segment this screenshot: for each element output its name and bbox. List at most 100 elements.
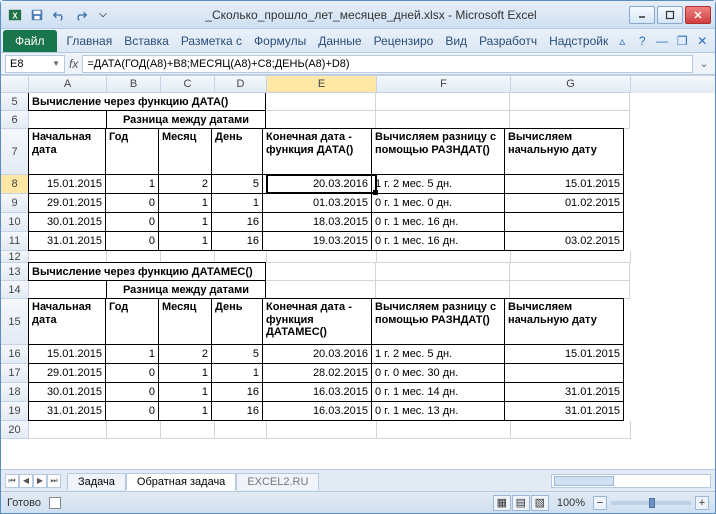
cell[interactable]: [161, 421, 215, 439]
table-cell[interactable]: 30.01.2015: [28, 212, 106, 232]
cell[interactable]: [376, 281, 510, 299]
header-calcstart2[interactable]: Вычисляем начальную дату: [504, 298, 624, 345]
table-cell[interactable]: 1: [158, 363, 212, 383]
row-header[interactable]: 14: [1, 281, 29, 299]
table-cell[interactable]: 18.03.2015: [262, 212, 372, 232]
table-cell[interactable]: 15.01.2015: [504, 174, 624, 194]
table-cell[interactable]: 19.03.2015: [262, 231, 372, 251]
cell[interactable]: [266, 263, 376, 281]
cell[interactable]: [267, 421, 377, 439]
page-break-view-icon[interactable]: ▧: [531, 495, 549, 511]
hscroll-thumb[interactable]: [554, 476, 614, 486]
row-header[interactable]: 16: [1, 345, 29, 364]
zoom-slider[interactable]: [611, 501, 691, 505]
ribbon-tab-view[interactable]: Вид: [439, 30, 473, 52]
table-cell[interactable]: 0: [105, 401, 159, 421]
page-layout-view-icon[interactable]: ▤: [512, 495, 530, 511]
cell[interactable]: [215, 421, 267, 439]
table-cell[interactable]: 5: [211, 344, 263, 364]
row-header[interactable]: 12: [1, 251, 29, 263]
table-cell[interactable]: 30.01.2015: [28, 382, 106, 402]
sheet-nav-prev-icon[interactable]: ◀: [19, 474, 33, 488]
zoom-out-icon[interactable]: −: [593, 496, 607, 510]
ribbon-tab-formulas[interactable]: Формулы: [248, 30, 312, 52]
table-cell[interactable]: 0: [105, 363, 159, 383]
row-header[interactable]: 7: [1, 129, 29, 175]
table-cell[interactable]: 1: [158, 231, 212, 251]
table-cell[interactable]: 0 г. 1 мес. 13 дн.: [371, 401, 505, 421]
table-cell[interactable]: 16.03.2015: [262, 382, 372, 402]
cell[interactable]: [266, 281, 376, 299]
row-header[interactable]: 6: [1, 111, 29, 129]
header-end-date[interactable]: Конечная дата - функция ДАТА(): [262, 128, 372, 175]
row-header[interactable]: 8: [1, 175, 29, 194]
workbook-close-icon[interactable]: ✕: [694, 33, 710, 49]
cell[interactable]: [510, 93, 630, 111]
sheet-tab-1[interactable]: Задача: [67, 473, 126, 490]
col-header-c[interactable]: C: [161, 76, 215, 93]
ribbon-tab-insert[interactable]: Вставка: [118, 30, 175, 52]
table-cell[interactable]: 31.01.2015: [504, 382, 624, 402]
macro-record-icon[interactable]: [49, 497, 61, 509]
table-cell[interactable]: 15.01.2015: [504, 344, 624, 364]
table-cell[interactable]: 20.03.2016: [262, 344, 372, 364]
table-cell[interactable]: 0 г. 1 мес. 16 дн.: [371, 231, 505, 251]
workbook-minimize-icon[interactable]: —: [654, 33, 670, 49]
table-cell[interactable]: 03.02.2015: [504, 231, 624, 251]
horizontal-scrollbar[interactable]: [551, 474, 711, 488]
table-cell[interactable]: 15.01.2015: [28, 344, 106, 364]
cell[interactable]: [377, 421, 511, 439]
col-header-d[interactable]: D: [215, 76, 267, 93]
col-header-g[interactable]: G: [511, 76, 631, 93]
cell[interactable]: [377, 251, 511, 263]
col-header-e[interactable]: E: [267, 76, 377, 93]
sheet-nav-last-icon[interactable]: ⏭: [47, 474, 61, 488]
minimize-ribbon-icon[interactable]: ▵: [614, 33, 630, 49]
cell[interactable]: [511, 251, 631, 263]
zoom-thumb[interactable]: [649, 498, 655, 508]
table-cell[interactable]: 16: [211, 212, 263, 232]
ribbon-tab-home[interactable]: Главная: [61, 30, 119, 52]
zoom-in-icon[interactable]: +: [695, 496, 709, 510]
normal-view-icon[interactable]: ▦: [493, 495, 511, 511]
table-cell[interactable]: 01.02.2015: [504, 193, 624, 213]
table-cell[interactable]: 1 г. 2 мес. 5 дн.: [371, 174, 505, 194]
header-day[interactable]: День: [211, 128, 263, 175]
row-header[interactable]: 10: [1, 213, 29, 232]
table-cell[interactable]: 16: [211, 231, 263, 251]
ribbon-tab-developer[interactable]: Разработч: [473, 30, 543, 52]
minimize-button[interactable]: [629, 6, 655, 24]
table-cell[interactable]: 31.01.2015: [28, 401, 106, 421]
help-icon[interactable]: ?: [634, 33, 650, 49]
excel-icon[interactable]: X: [5, 5, 25, 25]
header-month2[interactable]: Месяц: [158, 298, 212, 345]
diff-header[interactable]: Разница между датами: [106, 110, 266, 129]
select-all-corner[interactable]: [1, 76, 29, 93]
formula-expand-icon[interactable]: ⌄: [697, 57, 711, 70]
header-day2[interactable]: День: [211, 298, 263, 345]
redo-icon[interactable]: [71, 5, 91, 25]
table-cell[interactable]: 0: [105, 193, 159, 213]
table-cell[interactable]: 16.03.2015: [262, 401, 372, 421]
header-start-date[interactable]: Начальная дата: [28, 128, 106, 175]
cell[interactable]: [376, 93, 510, 111]
row-header[interactable]: 13: [1, 263, 29, 281]
table-cell[interactable]: 15.01.2015: [28, 174, 106, 194]
cell[interactable]: [266, 111, 376, 129]
header-month[interactable]: Месяц: [158, 128, 212, 175]
header-year[interactable]: Год: [105, 128, 159, 175]
table-cell[interactable]: 1: [158, 193, 212, 213]
col-header-a[interactable]: A: [29, 76, 107, 93]
table-cell[interactable]: 0 г. 1 мес. 16 дн.: [371, 212, 505, 232]
row-header[interactable]: 9: [1, 194, 29, 213]
header-year2[interactable]: Год: [105, 298, 159, 345]
ribbon-tab-layout[interactable]: Разметка с: [175, 30, 248, 52]
col-header-f[interactable]: F: [377, 76, 511, 93]
table-cell[interactable]: 31.01.2015: [504, 401, 624, 421]
table-cell[interactable]: 16: [211, 382, 263, 402]
table-cell[interactable]: 28.02.2015: [262, 363, 372, 383]
table-cell[interactable]: 1: [211, 363, 263, 383]
sheet-nav-next-icon[interactable]: ▶: [33, 474, 47, 488]
table-cell[interactable]: 0: [105, 231, 159, 251]
diff-header2[interactable]: Разница между датами: [106, 280, 266, 299]
